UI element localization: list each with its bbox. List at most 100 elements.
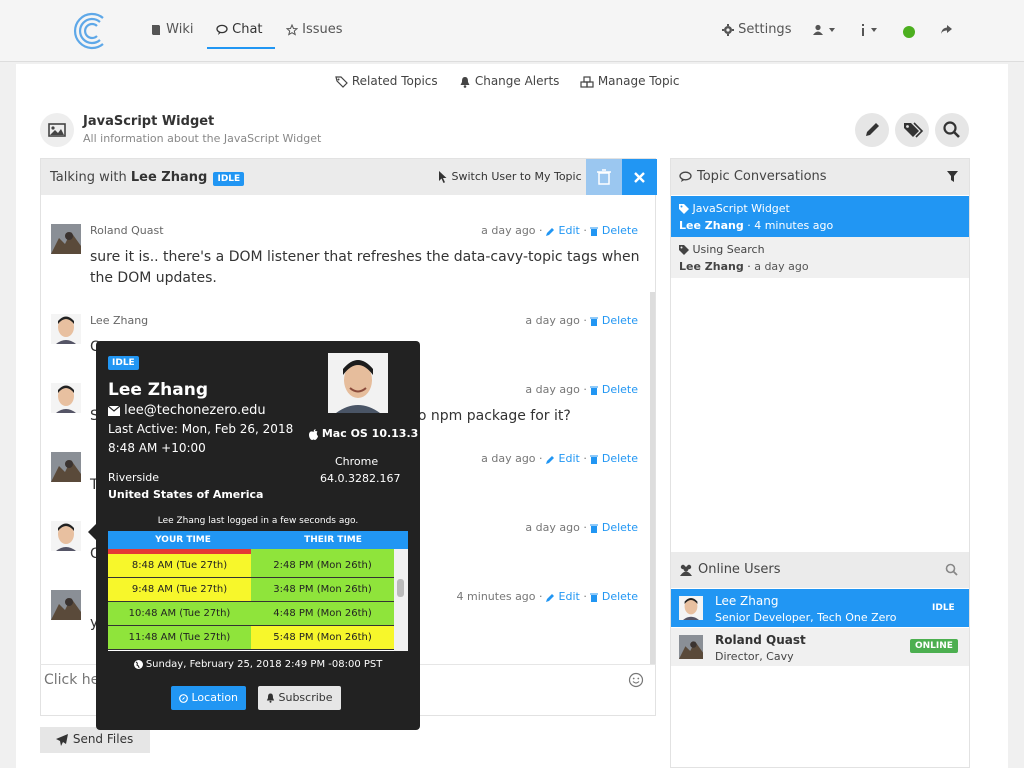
edit-label: Edit [558,590,580,603]
status-dot[interactable] [903,24,915,39]
message-meta: a day ago · Delete [525,314,638,327]
delete-message-link[interactable]: Delete [590,590,638,603]
delete-label: Delete [601,314,638,327]
info-menu[interactable] [860,22,878,37]
conversation-time: a day ago [754,260,809,273]
timezone-scrollbar[interactable] [394,549,408,651]
switch-user-button[interactable]: Switch User to My Topic [438,170,582,183]
talking-with: Talking with Lee Zhang IDLE [50,170,245,186]
conversation-item[interactable]: JavaScript Widget Lee Zhang · 4 minutes … [671,196,969,237]
tags-icon [904,122,924,138]
subscribe-button[interactable]: Subscribe [258,686,341,710]
nav-issues[interactable]: Issues [286,22,343,37]
scroll-thumb[interactable] [397,579,404,597]
status-dot-icon [903,25,915,38]
delete-message-link[interactable]: Delete [590,452,638,465]
profile-email-text: lee@techonezero.edu [124,403,266,418]
logout-button[interactable] [940,22,953,37]
profile-city: Riverside [108,471,160,484]
topic-subtitle: All information about the JavaScript Wid… [83,132,322,145]
pencil-icon [546,593,555,602]
delete-label: Delete [601,224,638,237]
location-button[interactable]: Location [171,686,247,710]
lee-avatar-icon [51,383,81,413]
manage-topic-link[interactable]: Manage Topic [580,74,680,88]
profile-last-active-time: 8:48 AM +10:00 [108,441,206,455]
message-meta: a day ago · Delete [525,383,638,396]
user-menu[interactable] [812,22,836,37]
edit-label: Edit [558,452,580,465]
search-topic-button[interactable] [935,113,969,147]
nav-chat[interactable]: Chat [207,22,274,49]
message-meta: 4 minutes ago · Edit · Delete [456,590,638,603]
status-badge: ONLINE [910,639,958,653]
tags-button[interactable] [895,113,929,147]
avatar [51,590,81,620]
tags-icon [335,75,348,88]
profile-login-note: Lee Zhang last logged in a few seconds a… [157,516,359,526]
info-icon [862,23,864,36]
cavy-logo-icon[interactable] [72,10,108,52]
roland-avatar-icon [51,452,81,482]
timezone-table: 8:48 AM (Tue 27th) 2:48 PM (Mon 26th) 9:… [108,549,408,651]
avatar [51,452,81,482]
trash-icon [597,169,611,185]
edit-topic-button[interactable] [855,113,889,147]
caret-down-icon [871,27,878,32]
online-user-item[interactable]: Roland Quast Director, Cavy ONLINE [671,628,969,666]
right-sidebar: Topic Conversations JavaScript Widget Le… [670,158,970,768]
manage-topic-label: Manage Topic [597,74,680,88]
edit-message-link[interactable]: Edit [546,590,583,603]
topic-image[interactable] [40,113,74,147]
avatar [51,224,81,254]
emoji-icon[interactable] [628,672,644,688]
online-user-item[interactable]: Lee Zhang Senior Developer, Tech One Zer… [671,589,969,627]
topic-conversations-header: Topic Conversations [671,159,969,195]
delete-message-link[interactable]: Delete [590,383,638,396]
delete-message-link[interactable]: Delete [590,521,638,534]
nav-wiki[interactable]: Wiki [150,22,193,37]
delete-message-link[interactable]: Delete [590,314,638,327]
close-chat-button[interactable] [622,159,657,195]
lee-avatar-icon [51,521,81,551]
filter-icon[interactable] [947,171,958,182]
book-icon [152,24,160,35]
avatar [51,383,81,413]
conversation-item[interactable]: Using Search Lee Zhang · a day ago [671,237,969,278]
change-alerts-link[interactable]: Change Alerts [459,74,559,88]
apple-icon [309,428,318,440]
message-time: a day ago [525,314,580,327]
change-alerts-label: Change Alerts [474,74,560,88]
related-topics-link[interactable]: Related Topics [335,74,438,88]
your-time-cell: 10:48 AM (Tue 27th) [108,602,251,625]
delete-chat-button[interactable] [586,159,622,195]
caret-down-icon [829,27,836,32]
send-files-label: Send Files [72,732,134,746]
search-icon[interactable] [945,563,958,576]
trash-icon [590,455,599,464]
bell-icon [460,76,470,88]
message-meta: a day ago · Edit · Delete [481,452,638,465]
online-user-name: Roland Quast [715,633,806,647]
search-icon [943,121,960,138]
online-user-role: Director, Cavy [715,650,794,663]
edit-message-link[interactable]: Edit [546,224,583,237]
delete-message-link[interactable]: Delete [590,224,638,237]
edit-message-link[interactable]: Edit [546,452,583,465]
chat-icon [216,24,228,35]
conversation-user: Lee Zhang [679,219,744,232]
nav-settings[interactable]: Settings [722,22,791,37]
roland-avatar-icon [51,590,81,620]
conversation-time: 4 minutes ago [754,219,834,232]
chat-icon [679,171,692,182]
popover-arrow [88,524,96,540]
send-files-button[interactable]: Send Files [40,727,150,753]
status-badge: IDLE [928,601,959,615]
chat-scrollbar[interactable] [650,292,655,664]
conversation-topic: JavaScript Widget [692,202,790,215]
delete-label: Delete [601,590,638,603]
profile-email[interactable]: lee@techonezero.edu [108,403,266,418]
tag-icon [679,245,689,255]
online-user-name: Lee Zhang [715,594,779,608]
globe-icon [133,659,143,669]
